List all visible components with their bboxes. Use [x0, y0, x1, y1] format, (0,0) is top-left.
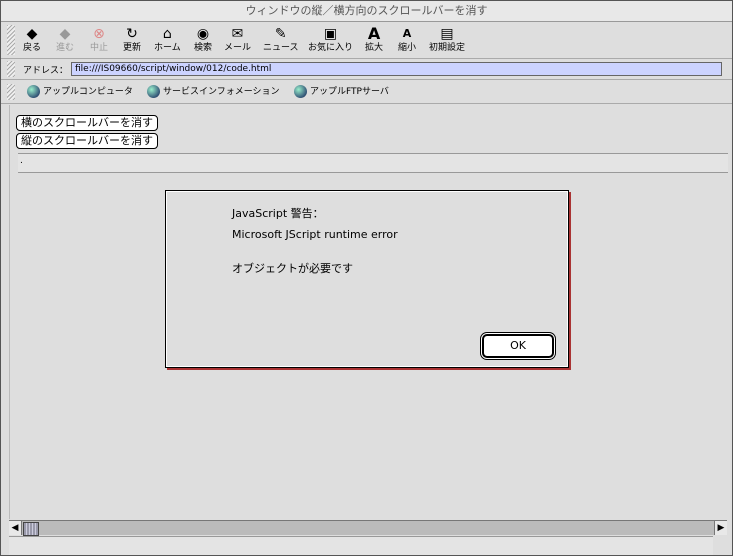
news-button[interactable]: ✎ ニュース: [263, 25, 299, 53]
dialog-detail-message: オブジェクトが必要です: [232, 262, 353, 275]
preferences-icon: ▤: [440, 26, 454, 42]
refresh-button[interactable]: ↻ 更新: [123, 25, 141, 53]
browser-window: ウィンドウの縦／横方向のスクロールバーを消す ◆ 戻る ◆ 進む ⊗ 中止 ↻ …: [0, 0, 733, 556]
horizontal-scrollbar[interactable]: ◀ ▶: [9, 520, 727, 536]
dialog-title: JavaScript 警告：: [232, 207, 324, 220]
hide-horizontal-scrollbar-button[interactable]: 横のスクロールバーを消す: [16, 115, 158, 131]
link-service-information[interactable]: サービスインフォメーション: [147, 85, 280, 99]
globe-icon: [27, 85, 40, 98]
search-globe-icon: ◉: [196, 26, 210, 42]
search-button[interactable]: ◉ 検索: [194, 25, 212, 53]
news-icon: ✎: [274, 26, 287, 42]
dialog-error-message: Microsoft JScript runtime error: [232, 228, 398, 241]
toolbar-grip[interactable]: [7, 25, 15, 55]
refresh-icon: ↻: [126, 26, 138, 42]
scrollbar-thumb[interactable]: [23, 522, 39, 536]
link-apple-computer[interactable]: アップルコンピュータ: [27, 85, 133, 99]
enlarge-text-button[interactable]: A 拡大: [365, 24, 383, 54]
globe-icon: [147, 85, 160, 98]
forward-button[interactable]: ◆ 進む: [56, 25, 74, 53]
globe-icon: [294, 85, 307, 98]
mail-icon: ✉: [231, 26, 244, 42]
status-bar: [9, 536, 713, 555]
links-bar: アップルコンピュータ サービスインフォメーション アップルFTPサーバ: [1, 81, 732, 104]
back-arrow-icon: ◆: [26, 26, 38, 42]
forward-arrow-icon: ◆: [59, 26, 71, 42]
stop-icon: ⊗: [93, 26, 105, 42]
output-field-value: .: [20, 156, 23, 166]
window-title: ウィンドウの縦／横方向のスクロールバーを消す: [1, 1, 732, 22]
link-apple-ftp-server[interactable]: アップルFTPサーバ: [294, 85, 389, 99]
favorites-button[interactable]: ▣ お気に入り: [308, 25, 353, 53]
home-icon: ⌂: [162, 26, 172, 42]
ok-button[interactable]: OK: [482, 334, 554, 358]
links-grip[interactable]: [7, 84, 15, 100]
output-field: .: [18, 153, 728, 173]
scroll-right-arrow-icon[interactable]: ▶: [714, 521, 727, 535]
stop-button[interactable]: ⊗ 中止: [90, 25, 108, 53]
toolbar: ◆ 戻る ◆ 進む ⊗ 中止 ↻ 更新 ⌂ ホーム ◉ 検索 ✉ メール ✎ ニ: [1, 22, 732, 59]
address-input[interactable]: file:///IS09660/script/window/012/code.h…: [71, 62, 722, 76]
shrink-text-icon: A: [402, 27, 412, 40]
mail-button[interactable]: ✉ メール: [224, 25, 251, 53]
scroll-left-arrow-icon[interactable]: ◀: [9, 521, 22, 535]
address-bar: アドレス： file:///IS09660/script/window/012/…: [1, 59, 732, 80]
back-button[interactable]: ◆ 戻る: [23, 25, 41, 53]
address-grip[interactable]: [7, 61, 15, 77]
enlarge-text-icon: A: [367, 24, 381, 43]
home-button[interactable]: ⌂ ホーム: [154, 25, 181, 53]
shrink-text-button[interactable]: A 縮小: [398, 25, 416, 53]
hide-vertical-scrollbar-button[interactable]: 縦のスクロールバーを消す: [16, 133, 158, 149]
favorites-icon: ▣: [323, 26, 338, 42]
javascript-alert-dialog: JavaScript 警告： Microsoft JScript runtime…: [165, 190, 569, 368]
address-label: アドレス：: [23, 66, 69, 76]
preferences-button[interactable]: ▤ 初期設定: [429, 25, 465, 53]
